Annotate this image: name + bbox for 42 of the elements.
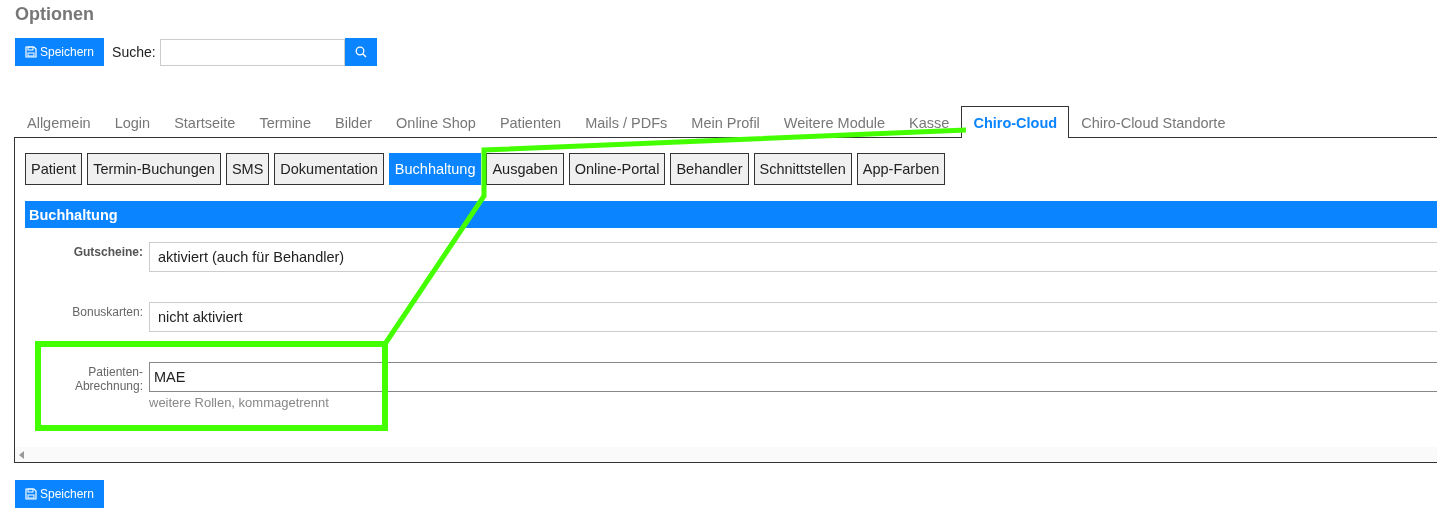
horizontal-scrollbar[interactable] [15,447,1437,462]
scroll-left-icon[interactable] [19,450,24,459]
tab[interactable]: Mails / PDFs [573,106,680,138]
subtab-button[interactable]: Dokumentation [274,153,384,185]
field-hint: weitere Rollen, kommagetrennt [149,395,330,410]
field-label: Patienten-Abrechnung: [73,364,143,393]
select-field[interactable]: nicht aktiviert [149,302,1437,332]
tab[interactable]: Patienten [487,106,574,138]
tab[interactable]: Chiro-Cloud Standorte [1069,106,1238,138]
subtab-button[interactable]: Behandler [670,153,749,185]
tab[interactable]: Kasse [897,106,962,138]
field-label: Gutscheine: [72,244,143,259]
tab[interactable]: Termine [247,106,323,138]
tab[interactable]: Online Shop [384,106,488,138]
save-icon [25,488,37,500]
section-header: Buchhaltung [25,201,1437,228]
tab[interactable]: Startseite [162,106,248,138]
search-button[interactable] [344,38,377,66]
tab[interactable]: Allgemein [15,106,103,138]
tab[interactable]: Login [102,106,163,138]
save-button[interactable]: Speichern [15,480,105,508]
save-icon [25,46,37,58]
search-field[interactable] [159,38,345,66]
page-title: Optionen [15,4,94,25]
subtab-button[interactable]: App-Farben [856,153,946,185]
tab[interactable]: Chiro-Cloud [961,106,1070,138]
save-button[interactable]: Speichern [15,38,105,66]
subtab-button[interactable]: Termin-Buchungen [87,153,221,185]
tab[interactable]: Mein Profil [679,106,772,138]
input-field[interactable]: MAE [149,362,1437,392]
subtab-button[interactable]: Patient [25,153,83,185]
field-label: Bonuskarten: [71,304,143,319]
subtab-button[interactable]: Buchhaltung [388,153,482,185]
search-icon [354,46,367,58]
search-label: Suche: [112,44,156,60]
subtab-button[interactable]: Schnittstellen [753,153,852,185]
subtab-button[interactable]: Ausgaben [486,153,564,185]
subtab-button[interactable]: Online-Portal [568,153,666,185]
tab[interactable]: Bilder [323,106,385,138]
tab[interactable]: Weitere Module [771,106,898,138]
select-field[interactable]: aktiviert (auch für Behandler) [149,242,1437,272]
subtab-button[interactable]: SMS [225,153,270,185]
